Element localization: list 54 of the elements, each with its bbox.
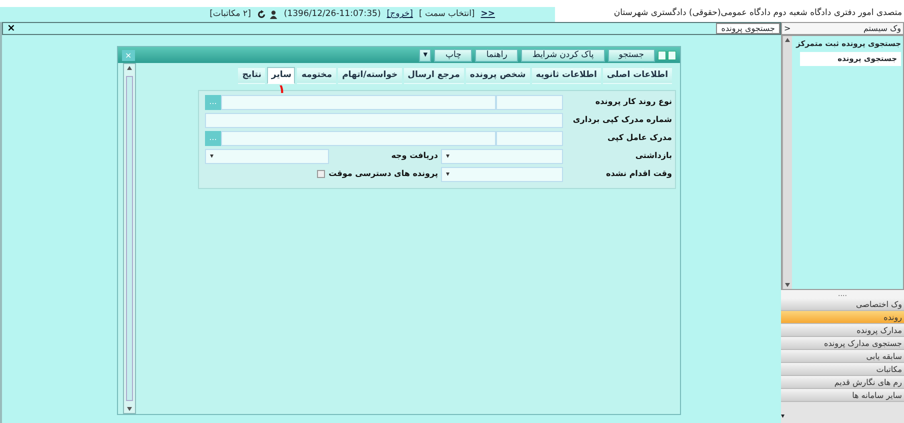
field-label: بازداشتی: [634, 150, 673, 162]
code-field[interactable]: [496, 94, 563, 110]
form-tab[interactable]: خواسته/اتهام: [338, 67, 402, 84]
select-role-link[interactable]: [انتخاب سمت ]: [418, 8, 475, 21]
menu-item[interactable]: وک اختصاصی: [781, 298, 904, 311]
form-tab[interactable]: مرجع ارسال: [404, 67, 464, 84]
form-tab[interactable]: سایر: [267, 67, 296, 84]
input-field[interactable]: [221, 94, 496, 110]
field-label: نوع روند کار پرونده: [594, 96, 673, 108]
dropdown-button[interactable]: ▾: [419, 48, 432, 62]
scroll-up-icon[interactable]: [127, 66, 132, 70]
field-label: پرونده های دسترسی موقت: [328, 168, 439, 180]
field-label: مدرک عامل کپی: [606, 132, 673, 144]
toolbar-button[interactable]: پاک کردن شرایط: [521, 48, 605, 62]
annotation-number: ۱: [278, 83, 286, 95]
scroll-down-icon[interactable]: [785, 283, 790, 287]
form-tab[interactable]: اطلاعات اصلی: [602, 67, 672, 84]
workspace-tab[interactable]: جستجوی پرونده: [716, 23, 780, 34]
refresh-icon[interactable]: [256, 10, 266, 19]
field-label: دریافت وجه: [390, 150, 439, 162]
close-button[interactable]: ×: [3, 23, 20, 34]
form-tab[interactable]: نتایج: [238, 67, 266, 84]
form-tab[interactable]: مختومه: [297, 67, 336, 84]
user-icon[interactable]: [268, 10, 278, 19]
toggle-link[interactable]: <<: [480, 8, 495, 21]
menu-item[interactable]: سابقه یابی: [781, 350, 904, 363]
field-label: شماره مدرک کپی برداری: [572, 114, 673, 126]
scrollbar[interactable]: [782, 36, 792, 289]
window-icon: [658, 50, 676, 60]
toolbar-button[interactable]: راهنما: [475, 48, 518, 62]
input-field[interactable]: [221, 130, 496, 146]
scroll-down-icon[interactable]: [127, 407, 132, 411]
form-tab[interactable]: اطلاعات ثانویه: [532, 67, 601, 84]
user-title: متصدی امور دفتری دادگاه شعبه دوم دادگاه عمومی(حقوقی) دادگستری شهرستان: [612, 7, 903, 20]
logout-link[interactable]: [خروج]: [386, 8, 413, 21]
scroll-up-icon[interactable]: [785, 38, 790, 42]
menu-item[interactable]: مکاتبات: [781, 363, 904, 376]
toolbar-button[interactable]: چاپ: [434, 48, 472, 62]
messages-link[interactable]: [۲ مکاتبات]: [210, 8, 251, 21]
checkbox[interactable]: [316, 170, 325, 178]
code-field[interactable]: [496, 130, 563, 146]
menu-item[interactable]: رم های نگارش قدیم: [781, 376, 904, 389]
collapse-button[interactable]: <: [784, 23, 791, 34]
field-label: وقت اقدام نشده: [605, 168, 673, 180]
input-field[interactable]: [205, 112, 563, 128]
menu-item[interactable]: مدارک پرونده: [781, 324, 904, 337]
scrollbar[interactable]: [123, 63, 136, 414]
toolbar-button[interactable]: جستجو: [608, 48, 655, 62]
timestamp: (1396/12/26-11:07:35): [284, 8, 381, 21]
menu-item[interactable]: رونده: [781, 311, 904, 324]
sidebar-title: وک سیستم: [863, 23, 901, 34]
menu-item[interactable]: سایر سامانه ها: [781, 389, 904, 402]
form-tab[interactable]: شخص پرونده: [466, 67, 530, 84]
menu-item[interactable]: جستجوی مدارک پرونده: [781, 337, 904, 350]
